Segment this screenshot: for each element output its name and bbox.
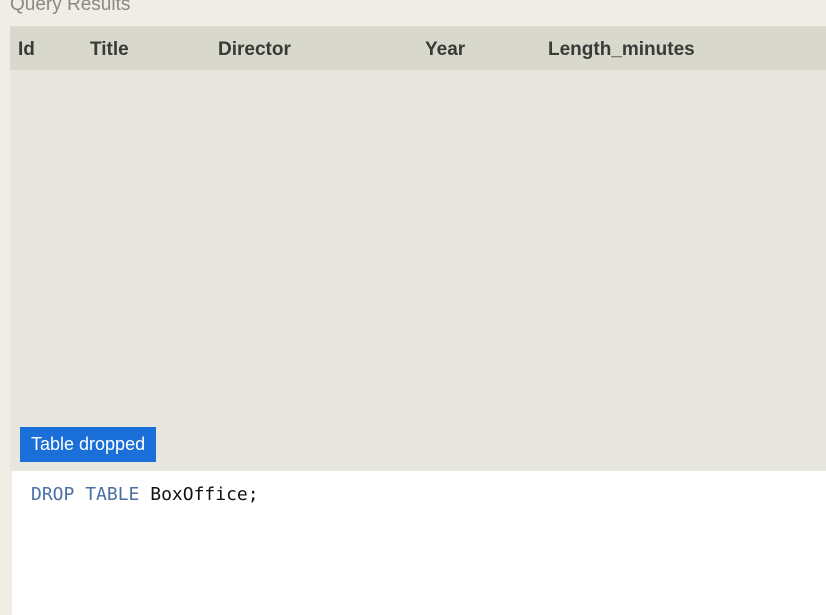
column-header-id: Id bbox=[18, 39, 35, 60]
sql-editor[interactable]: DROP TABLE BoxOffice; bbox=[12, 471, 826, 615]
column-header-title: Title bbox=[90, 39, 129, 60]
section-title: Query Results bbox=[10, 0, 131, 15]
query-results-page: Query Results Id Title Director Year Len… bbox=[0, 0, 826, 615]
status-badge: Table dropped bbox=[20, 427, 157, 462]
column-header-year: Year bbox=[425, 39, 466, 60]
results-header-row: Id Title Director Year Length_minutes bbox=[10, 27, 826, 70]
code-line[interactable]: DROP TABLE BoxOffice; bbox=[31, 484, 259, 506]
results-table: Id Title Director Year Length_minutes bbox=[10, 26, 826, 471]
keyword-drop: DROP bbox=[31, 484, 75, 505]
column-header-director: Director bbox=[218, 39, 291, 60]
table-name: BoxOffice bbox=[150, 484, 248, 505]
statement-terminator: ; bbox=[247, 484, 259, 505]
keyword-table: TABLE bbox=[85, 484, 140, 505]
column-header-length-minutes: Length_minutes bbox=[548, 39, 695, 60]
